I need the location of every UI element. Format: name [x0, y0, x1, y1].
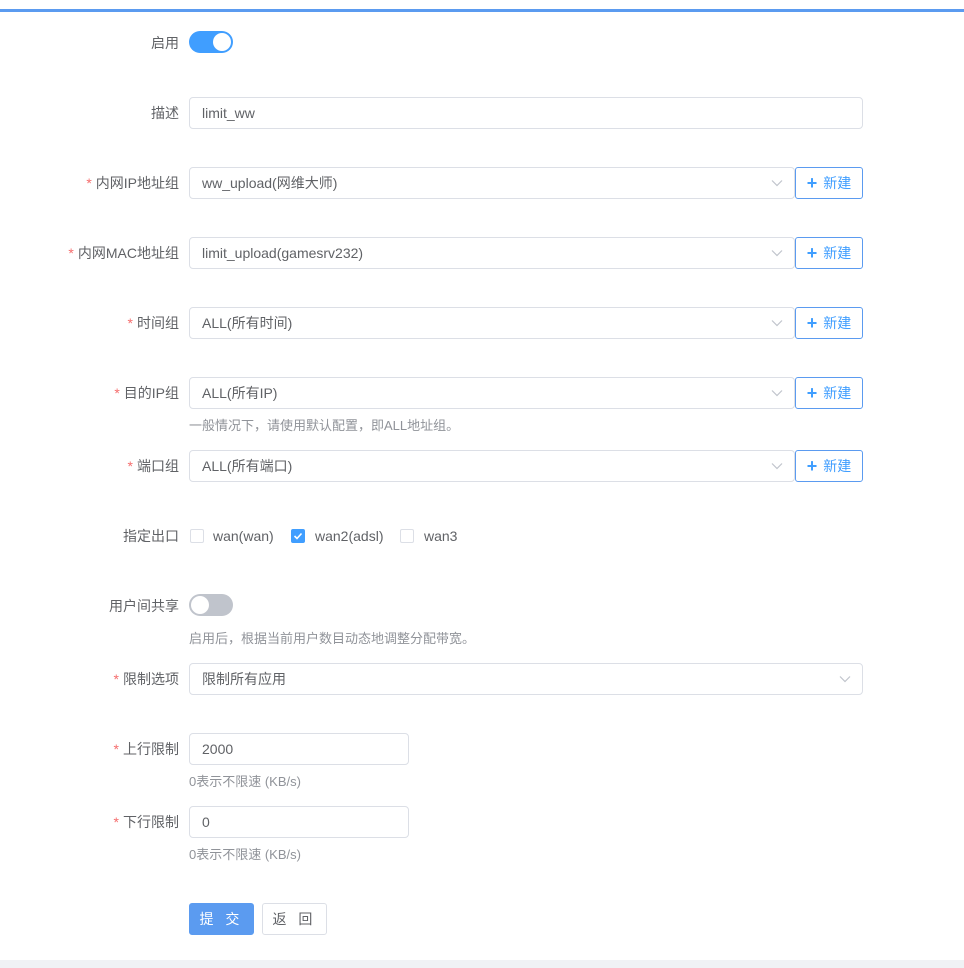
download-limit-label: * 下行限制 — [113, 814, 179, 830]
required-mark: * — [113, 741, 119, 757]
dest-ip-group-label: * 目的IP组 — [114, 385, 179, 401]
lan-ip-group-select[interactable]: ww_upload(网维大师) — [189, 167, 795, 199]
new-lan-ip-group-button[interactable]: + 新建 — [795, 167, 863, 199]
limit-option-select[interactable]: 限制所有应用 — [189, 663, 863, 695]
chevron-down-icon — [770, 451, 784, 481]
egress-label: 指定出口 — [123, 528, 179, 544]
upload-limit-hint: 0表示不限速 (KB/s) — [189, 774, 301, 789]
lan-mac-group-label: * 内网MAC地址组 — [68, 245, 179, 261]
footer-strip — [0, 960, 964, 968]
share-switch[interactable] — [189, 594, 233, 616]
description-label: 描述 — [151, 105, 179, 121]
enable-switch[interactable] — [189, 31, 233, 53]
share-hint: 启用后，根据当前用户数目动态地调整分配带宽。 — [189, 631, 476, 646]
top-accent-bar — [0, 9, 964, 12]
new-dest-ip-group-button[interactable]: + 新建 — [795, 377, 863, 409]
switch-knob — [191, 596, 209, 614]
chevron-down-icon — [770, 378, 784, 408]
enable-label: 启用 — [151, 35, 179, 51]
new-lan-mac-group-button[interactable]: + 新建 — [795, 237, 863, 269]
required-mark: * — [113, 814, 119, 830]
egress-label-wan2: wan2(adsl) — [315, 528, 384, 544]
chevron-down-icon — [770, 308, 784, 338]
egress-label-wan3: wan3 — [424, 528, 458, 544]
upload-limit-input[interactable]: 2000 — [189, 733, 409, 765]
required-mark: * — [127, 458, 133, 474]
egress-label-wan: wan(wan) — [213, 528, 274, 544]
time-group-label: * 时间组 — [127, 315, 179, 331]
port-group-label: * 端口组 — [127, 458, 179, 474]
check-icon — [293, 532, 303, 540]
download-limit-input[interactable]: 0 — [189, 806, 409, 838]
egress-checkbox-wan2[interactable] — [291, 529, 305, 543]
time-group-select[interactable]: ALL(所有时间) — [189, 307, 795, 339]
lan-ip-group-label: * 内网IP地址组 — [86, 175, 179, 191]
port-group-select[interactable]: ALL(所有端口) — [189, 450, 795, 482]
back-button[interactable]: 返 回 — [262, 903, 327, 935]
egress-checkbox-wan[interactable] — [190, 529, 204, 543]
share-label: 用户间共享 — [109, 598, 179, 614]
dest-ip-group-hint: 一般情况下，请使用默认配置，即ALL地址组。 — [189, 418, 460, 433]
required-mark: * — [114, 385, 120, 401]
required-mark: * — [86, 175, 92, 191]
required-mark: * — [68, 245, 74, 261]
description-input[interactable]: limit_ww — [189, 97, 863, 129]
plus-icon: + — [806, 383, 818, 403]
lan-mac-group-select[interactable]: limit_upload(gamesrv232) — [189, 237, 795, 269]
download-limit-hint: 0表示不限速 (KB/s) — [189, 847, 301, 862]
required-mark: * — [127, 315, 133, 331]
limit-option-label: * 限制选项 — [113, 671, 179, 687]
new-port-group-button[interactable]: + 新建 — [795, 450, 863, 482]
chevron-down-icon — [770, 168, 784, 198]
submit-button[interactable]: 提 交 — [189, 903, 254, 935]
plus-icon: + — [806, 313, 818, 333]
dest-ip-group-select[interactable]: ALL(所有IP) — [189, 377, 795, 409]
plus-icon: + — [806, 456, 818, 476]
required-mark: * — [113, 671, 119, 687]
plus-icon: + — [806, 243, 818, 263]
chevron-down-icon — [838, 664, 852, 694]
new-time-group-button[interactable]: + 新建 — [795, 307, 863, 339]
egress-checkbox-wan3[interactable] — [400, 529, 414, 543]
plus-icon: + — [806, 173, 818, 193]
switch-knob — [213, 33, 231, 51]
chevron-down-icon — [770, 238, 784, 268]
upload-limit-label: * 上行限制 — [113, 741, 179, 757]
